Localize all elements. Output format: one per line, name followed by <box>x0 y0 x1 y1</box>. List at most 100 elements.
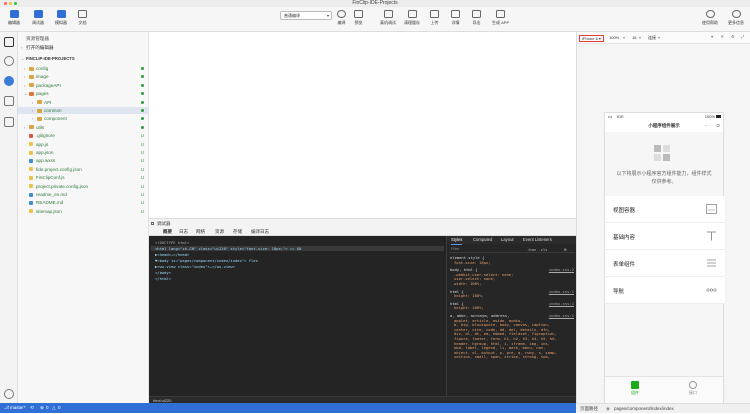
export-button[interactable]: 导出 <box>472 10 481 26</box>
style-source-link[interactable]: index.css:1 <box>549 289 574 294</box>
style-property[interactable]: font-size: 18px; <box>454 260 491 265</box>
tree-folder[interactable]: › image <box>18 73 149 80</box>
settings-gear-icon[interactable]: ⚙ <box>731 34 735 39</box>
style-property[interactable]: section, small, span, strike, strong, su… <box>454 354 550 359</box>
tree-folder[interactable]: › packageAPI <box>18 82 149 89</box>
open-editors-section[interactable]: › 打开的编辑器 <box>18 44 149 51</box>
docs-button[interactable]: 文档 <box>78 10 87 26</box>
preview-button[interactable]: 预览 <box>354 10 363 26</box>
hov-cls-toggle[interactable]: :hov .cls <box>527 247 548 252</box>
editor-area[interactable] <box>149 32 576 218</box>
build-app-button[interactable]: 生成 APP <box>492 10 509 26</box>
tree-folder[interactable]: › API <box>18 99 149 106</box>
tree-file[interactable]: .gitignore U <box>18 132 149 139</box>
chevron-right-icon: › <box>24 82 26 88</box>
close-window-button[interactable] <box>4 2 7 5</box>
styles-filter-input[interactable]: Filter <box>451 247 459 251</box>
settings-gear-icon[interactable] <box>4 389 14 399</box>
code-line-selected[interactable]: <html lang="zh-CN" class="ui220" style="… <box>151 246 444 251</box>
panel-toggle-icon[interactable] <box>151 222 154 225</box>
tree-file[interactable]: app.wxss U <box>18 157 149 164</box>
menu-item-nav[interactable]: 导航 <box>605 277 725 304</box>
code-line[interactable]: <!DOCTYPE html> <box>155 240 189 245</box>
tab-log[interactable]: 日志 <box>179 227 188 236</box>
add-rule-icon[interactable]: ⊞ <box>564 247 566 252</box>
tree-file[interactable]: app.js U <box>18 141 149 148</box>
minimize-window-button[interactable] <box>9 2 12 5</box>
compile-mode-select[interactable]: 普通编译 ▾ <box>280 11 332 20</box>
menu-item-form[interactable]: 表单组件 <box>605 250 725 277</box>
menu-item-basic[interactable]: 基础内容 <box>605 223 725 250</box>
tab-styles[interactable]: Styles <box>451 236 463 245</box>
warning-count[interactable]: 0 <box>58 403 61 413</box>
git-branch[interactable]: master* <box>10 403 26 413</box>
tab-overview[interactable]: 概要 <box>163 227 172 236</box>
network-mode-select[interactable]: 连接 <box>648 35 656 41</box>
font-size-select[interactable]: 16 <box>632 35 636 40</box>
extensions-icon[interactable] <box>4 117 14 127</box>
tree-file[interactable]: FinClipConf.js U <box>18 174 149 181</box>
device-select[interactable]: iPhone 6 ▾ <box>579 35 604 42</box>
code-line[interactable]: </body> <box>155 270 171 275</box>
tree-file[interactable]: fide.project.config.json U <box>18 166 149 173</box>
zoom-window-button[interactable] <box>14 2 17 5</box>
git-icon[interactable] <box>4 76 14 86</box>
debugger-toggle-button[interactable]: 调试器 <box>32 10 44 26</box>
pointer-icon[interactable]: ⌖ <box>711 34 713 39</box>
tree-folder[interactable]: › utils <box>18 124 149 131</box>
code-line[interactable]: ▼<body is="pages/component/index/index">… <box>155 258 258 263</box>
style-property[interactable]: height: 100%; <box>454 293 484 298</box>
window-titlebar: FinClip-IDE-Projects <box>0 0 750 7</box>
tree-folder[interactable]: › common <box>18 107 149 114</box>
folder-icon <box>29 91 34 96</box>
project-section[interactable]: ⌄ FINCLIP-IDE-PROJECTS <box>18 55 149 62</box>
sync-icon[interactable]: ⟲ <box>30 403 34 413</box>
clear-cache-button[interactable]: 清理缓存 <box>404 10 420 26</box>
tab-storage[interactable]: 存储 <box>233 227 242 236</box>
tree-file[interactable]: readme_en.md U <box>18 191 149 198</box>
tab-event-listeners[interactable]: Event Listeners <box>523 236 552 244</box>
editor-toggle-button[interactable]: 编辑器 <box>8 10 20 26</box>
tree-folder[interactable]: › component <box>18 115 149 122</box>
tab-resources[interactable]: 资源 <box>215 227 224 236</box>
more-dots-icon[interactable]: ··· <box>705 120 710 132</box>
tab-compile-log[interactable]: 编译日志 <box>251 227 269 236</box>
tab-network[interactable]: 网络 <box>196 227 205 236</box>
tab-computed[interactable]: Computed <box>473 236 492 244</box>
debug-run-icon[interactable] <box>4 96 14 106</box>
folder-icon <box>29 74 34 79</box>
battery-icon <box>716 115 721 118</box>
tree-file[interactable]: sitemap.json U <box>18 208 149 215</box>
code-line[interactable]: ▶<wx-view class="index">…</wx-view> <box>155 264 235 269</box>
files-icon[interactable] <box>4 37 14 47</box>
search-icon[interactable] <box>4 56 14 66</box>
capsule-close-icon[interactable]: ⊙ <box>716 120 720 132</box>
upload-button[interactable]: 上传 <box>430 10 439 26</box>
expand-icon[interactable]: ⤢ <box>741 34 744 39</box>
style-property[interactable]: width: 100%; <box>454 281 481 286</box>
style-source-link[interactable]: index.css:1 <box>549 301 574 306</box>
style-source-link[interactable]: index.css:2 <box>549 267 574 272</box>
error-count[interactable]: 0 <box>46 403 49 413</box>
location-icon[interactable]: ⌾ <box>721 34 723 39</box>
tree-file[interactable]: README.md U <box>18 199 149 206</box>
details-button[interactable]: 详情 <box>451 10 460 26</box>
tree-folder[interactable]: › config <box>18 65 149 72</box>
tree-file[interactable]: app.json U <box>18 149 149 156</box>
menu-item-view[interactable]: 视图容器 <box>605 196 725 223</box>
tab-layout[interactable]: Layout <box>501 236 514 244</box>
device-debug-button[interactable]: 真机调试 <box>380 10 396 26</box>
code-line[interactable]: ▶<head>…</head> <box>155 252 189 257</box>
tree-folder[interactable]: ⌄ pages <box>18 90 149 97</box>
style-source-link[interactable]: index.css:1 <box>549 313 574 318</box>
tabbar-item-api[interactable]: 接口 <box>683 381 703 396</box>
simulator-toggle-button[interactable]: 模拟器 <box>55 10 67 26</box>
tree-file[interactable]: project.private.config.json U <box>18 183 149 190</box>
zoom-select[interactable]: 100% <box>609 35 619 40</box>
compile-button[interactable]: 编译 <box>337 10 346 26</box>
code-line[interactable]: </html> <box>155 276 171 281</box>
more-info-button[interactable]: 更多信息 <box>728 10 744 26</box>
tabbar-item-component[interactable]: 组件 <box>625 381 645 396</box>
style-property[interactable]: height: 100%; <box>454 305 484 310</box>
help-button[interactable]: 使用帮助 <box>702 10 718 26</box>
